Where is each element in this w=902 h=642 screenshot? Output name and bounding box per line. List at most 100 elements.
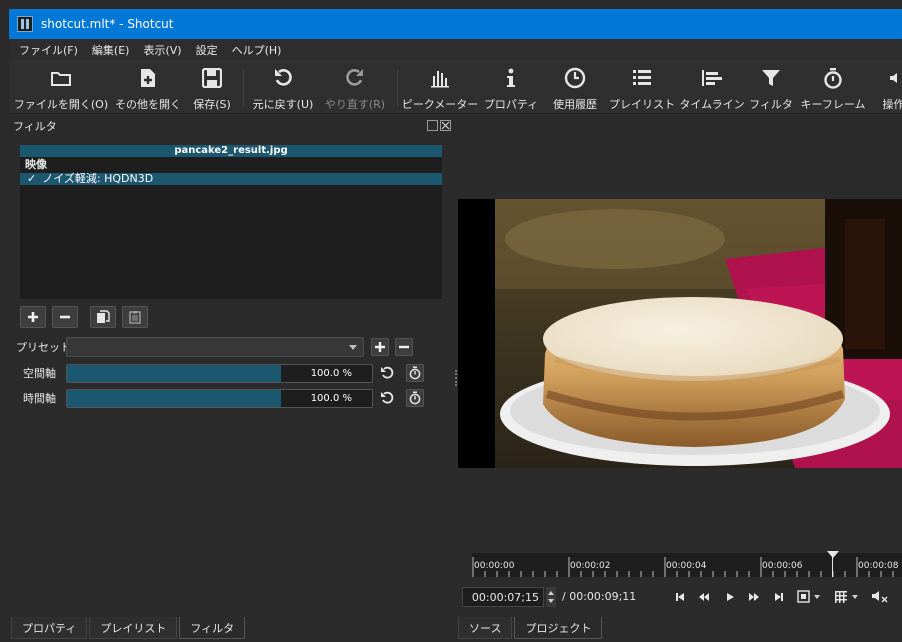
window-title: shotcut.mlt* - Shotcut [41, 17, 174, 31]
copy-icon [97, 310, 110, 323]
grid-toggle-button[interactable] [833, 588, 863, 606]
zoom-frame-icon [797, 590, 820, 603]
filter-buttons [20, 306, 154, 328]
filters-panel-title: フィルタ [13, 120, 57, 133]
history-button[interactable]: 使用履歴 [549, 64, 601, 112]
speaker-muted-icon [872, 591, 888, 603]
save-button[interactable]: 保存(S) [189, 64, 235, 112]
spatial-reset-button[interactable] [378, 364, 396, 382]
filters-panel-header: フィルタ [9, 116, 455, 136]
folder-icon [49, 66, 73, 90]
delete-preset-button[interactable] [395, 338, 413, 356]
open-other-button[interactable]: その他を開く [113, 64, 183, 112]
skip-to-end-button[interactable] [771, 588, 787, 606]
zoom-fit-button[interactable] [796, 588, 824, 606]
menu-edit[interactable]: 編集(E) [92, 42, 130, 58]
toolbar-separator [243, 70, 244, 106]
player-panel: 00:00:00 00:00:02 00:00:04 00:00:06 00:0… [458, 116, 902, 642]
mute-button[interactable] [869, 588, 891, 606]
float-panel-icon[interactable] [427, 120, 438, 131]
stopwatch-icon [409, 391, 421, 405]
menu-file[interactable]: ファイル(F) [19, 42, 78, 58]
tab-filters[interactable]: フィルタ [179, 617, 246, 639]
more-actions-button[interactable]: 操作 [873, 64, 902, 112]
plus-icon [28, 312, 38, 322]
ruler-label: 00:00:08 [858, 561, 899, 571]
stopwatch-icon [821, 66, 845, 90]
preset-combo[interactable] [66, 337, 364, 357]
menu-help[interactable]: ヘルプ(H) [232, 42, 282, 58]
menu-settings[interactable]: 設定 [196, 42, 218, 58]
menu-view[interactable]: 表示(V) [143, 42, 181, 58]
info-icon [499, 66, 523, 90]
timeline-ruler[interactable]: 00:00:00 00:00:02 00:00:04 00:00:06 00:0… [472, 551, 902, 577]
remove-filter-button[interactable] [52, 306, 78, 328]
add-filter-button[interactable] [20, 306, 46, 328]
filters-panel: フィルタ pancake2_result.jpg 映像 ✓ ノイズ軽減: HQD… [9, 116, 455, 616]
keyframes-button[interactable]: キーフレーム [801, 64, 866, 112]
play-button[interactable] [722, 588, 738, 606]
filters-button[interactable]: フィルタ [749, 64, 793, 112]
panel-header-buttons [427, 120, 451, 131]
spatial-slider-fill [67, 364, 281, 382]
clock-icon [563, 66, 587, 90]
video-preview[interactable] [458, 199, 902, 468]
tab-project[interactable]: プロジェクト [514, 617, 603, 639]
fast-forward-icon [749, 593, 759, 601]
redo-button[interactable]: やり直す(R) [323, 64, 387, 112]
undo-button[interactable]: 元に戻す(U) [252, 64, 314, 112]
properties-button[interactable]: プロパティ [484, 64, 538, 112]
playlist-button[interactable]: プレイリスト [609, 64, 675, 112]
title-bar: shotcut.mlt* - Shotcut [9, 9, 902, 39]
spatial-label: 空間軸 [23, 367, 56, 380]
undo-icon [271, 66, 295, 90]
current-timecode-field[interactable]: 00:00:07;15 [462, 587, 544, 607]
filter-list[interactable]: 映像 ✓ ノイズ軽減: HQDN3D [20, 157, 442, 299]
skip-to-start-button[interactable] [672, 588, 688, 606]
timecode-spinner[interactable] [546, 587, 556, 607]
filter-item-noise-reduction[interactable]: ✓ ノイズ軽減: HQDN3D [20, 173, 442, 185]
temporal-reset-button[interactable] [378, 389, 396, 407]
save-preset-button[interactable] [371, 338, 389, 356]
spatial-keyframe-button[interactable] [406, 364, 424, 382]
tab-playlist[interactable]: プレイリスト [89, 617, 178, 639]
list-icon [630, 66, 654, 90]
checkmark-icon[interactable]: ✓ [27, 173, 36, 185]
peak-meter-button[interactable]: ピークメーター [402, 64, 478, 112]
skip-end-icon [775, 593, 783, 601]
temporal-slider-fill [67, 389, 281, 407]
minus-icon [60, 315, 70, 319]
current-clip-name: pancake2_result.jpg [20, 145, 442, 157]
reset-icon [381, 366, 394, 379]
tab-properties[interactable]: プロパティ [11, 617, 88, 639]
timeline-icon [700, 66, 724, 90]
file-plus-icon [136, 66, 160, 90]
splitter-handle[interactable] [455, 370, 457, 386]
filter-category-video: 映像 [25, 158, 47, 171]
floppy-disk-icon [200, 66, 224, 90]
paste-filter-button[interactable] [122, 306, 148, 328]
temporal-value: 100.0 % [310, 392, 352, 404]
open-file-button[interactable]: ファイルを開く(O) [14, 64, 108, 112]
ruler-label: 00:00:04 [666, 561, 707, 571]
grid-icon [835, 591, 858, 603]
toolbar-separator [397, 70, 398, 106]
minus-icon [399, 345, 409, 349]
temporal-slider[interactable]: 100.0 % [66, 388, 373, 408]
playhead-handle[interactable] [827, 551, 839, 558]
reset-icon [381, 391, 394, 404]
spatial-row: 空間軸 100.0 % [9, 363, 455, 383]
rewind-icon [699, 593, 709, 601]
fast-forward-button[interactable] [746, 588, 762, 606]
tab-source[interactable]: ソース [458, 617, 513, 639]
timeline-button[interactable]: タイムライン [679, 64, 745, 112]
total-duration: / 00:00:09;11 [562, 590, 637, 603]
ruler-label: 00:00:06 [762, 561, 803, 571]
spatial-slider[interactable]: 100.0 % [66, 363, 373, 383]
temporal-row: 時間軸 100.0 % [9, 388, 455, 408]
copy-filter-button[interactable] [90, 306, 116, 328]
ruler-label: 00:00:00 [474, 561, 515, 571]
rewind-button[interactable] [696, 588, 712, 606]
temporal-keyframe-button[interactable] [406, 389, 424, 407]
close-panel-icon[interactable] [440, 120, 451, 131]
